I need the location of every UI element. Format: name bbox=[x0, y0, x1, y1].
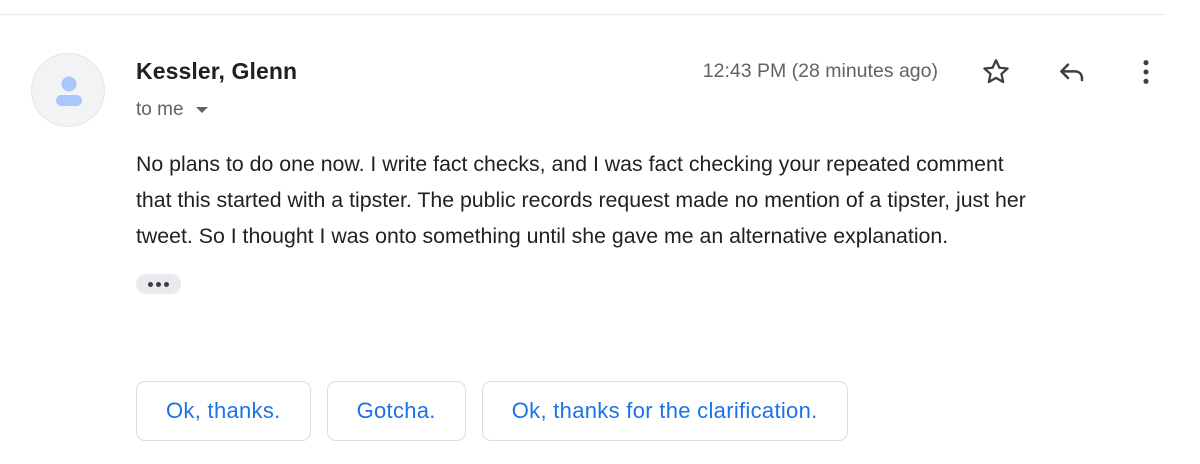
email-message-view: Kessler, Glenn to me 12:43 PM (28 minute… bbox=[0, 0, 1200, 464]
message-timestamp: 12:43 PM (28 minutes ago) bbox=[702, 60, 938, 82]
reply-arrow-icon bbox=[1060, 63, 1084, 82]
message-body-line: No plans to do one now. I write fact che… bbox=[136, 152, 1004, 176]
recipient-details-toggle[interactable]: to me bbox=[136, 97, 208, 123]
smart-reply-bar: Ok, thanks. Gotcha. Ok, thanks for the c… bbox=[136, 381, 848, 441]
vertical-dots-icon bbox=[1143, 60, 1149, 84]
horizontal-dots-icon bbox=[156, 281, 161, 287]
horizontal-dots-icon bbox=[164, 281, 169, 287]
horizontal-dots-icon bbox=[148, 281, 153, 287]
message-body: No plans to do one now. I write fact che… bbox=[136, 146, 1176, 254]
message-body-line: tweet. So I thought I was onto something… bbox=[136, 224, 949, 248]
star-button[interactable] bbox=[976, 52, 1016, 92]
recipient-label: to me bbox=[136, 99, 184, 120]
sender-avatar[interactable] bbox=[31, 53, 105, 127]
reply-button[interactable] bbox=[1052, 52, 1092, 92]
message-divider bbox=[0, 14, 1166, 15]
smart-reply-clarification[interactable]: Ok, thanks for the clarification. bbox=[481, 381, 848, 441]
more-options-button[interactable] bbox=[1126, 52, 1166, 92]
caret-down-icon bbox=[195, 107, 208, 113]
smart-reply-ok-thanks[interactable]: Ok, thanks. bbox=[136, 381, 311, 441]
message-body-line: that this started with a tipster. The pu… bbox=[136, 188, 1026, 212]
show-trimmed-content-button[interactable] bbox=[136, 274, 181, 294]
person-icon bbox=[56, 76, 82, 106]
sender-name[interactable]: Kessler, Glenn bbox=[136, 58, 297, 85]
smart-reply-gotcha[interactable]: Gotcha. bbox=[326, 381, 466, 441]
star-outline-icon bbox=[983, 59, 1009, 84]
